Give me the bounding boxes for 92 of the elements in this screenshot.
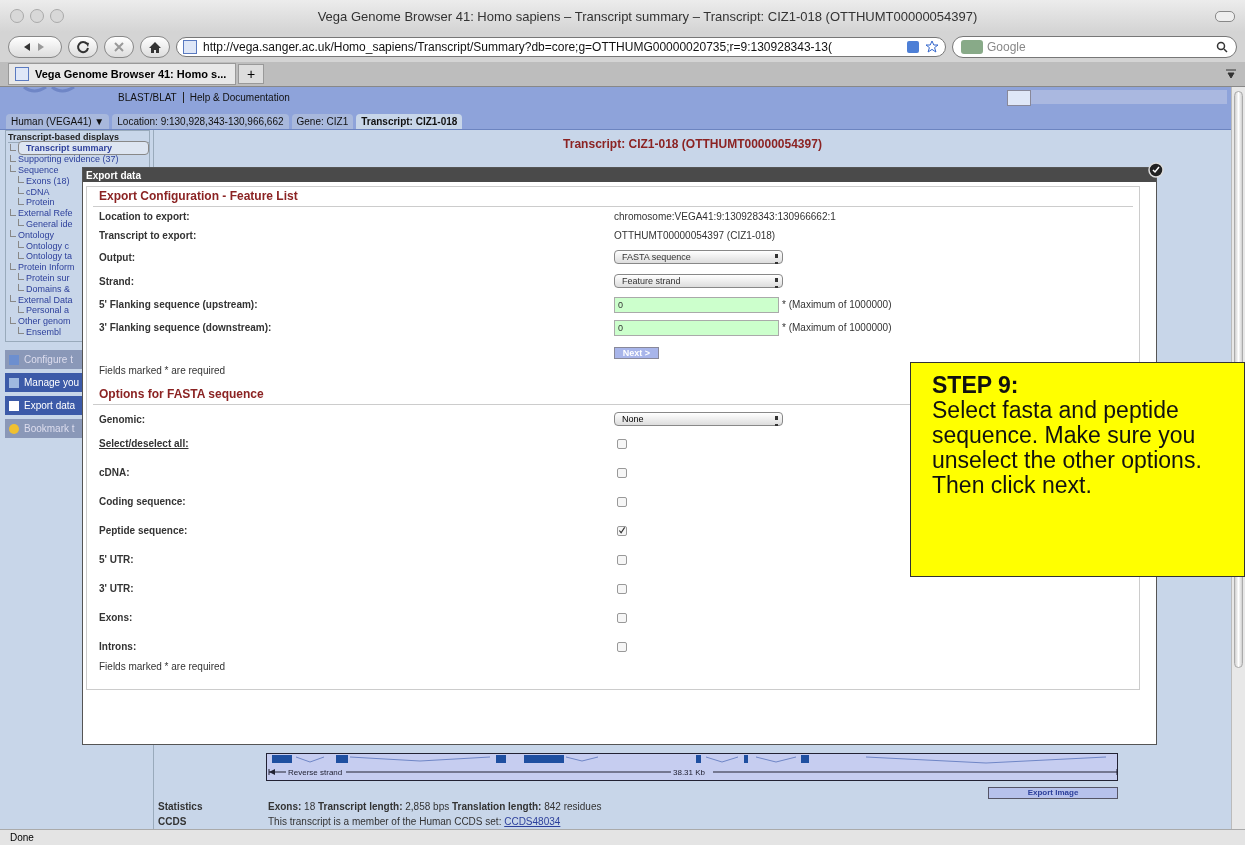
site-icon: [15, 67, 29, 81]
select-dropdown[interactable]: Feature strand: [614, 274, 783, 288]
window-title: Vega Genome Browser 41: Homo sapiens – Transcript summary – Transcript: CIZ1-018 (OTTHUMT00000054397): [316, 8, 979, 24]
bookmark-star-icon[interactable]: [925, 40, 939, 54]
select-all-link[interactable]: Select/deselect all:: [99, 438, 614, 449]
field-value: chromosome:VEGA41:9:130928343:130966662:1: [614, 211, 836, 222]
browser-tab[interactable]: Vega Genome Browser 41: Homo s...: [8, 63, 236, 85]
sidebar-item[interactable]: Domains &: [26, 283, 70, 294]
field-label: Peptide sequence:: [99, 525, 189, 536]
field-label: Transcript to export:: [99, 230, 198, 241]
checkbox[interactable]: [617, 554, 627, 565]
breadcrumb-tab[interactable]: Gene: CIZ1: [291, 114, 354, 129]
stop-button[interactable]: [104, 36, 134, 58]
sidebar-item[interactable]: External Refe: [18, 208, 73, 219]
required-note: Fields marked * are required: [99, 661, 227, 672]
sidebar-item[interactable]: Exons (18): [26, 175, 70, 186]
field-label: Strand:: [99, 275, 135, 287]
sidebar-item[interactable]: Personal a: [26, 305, 70, 316]
field-note: * (Maximum of 1000000): [782, 299, 892, 310]
back-forward-button[interactable]: [8, 36, 62, 58]
field-label: cDNA:: [99, 467, 131, 478]
site-icon: [183, 40, 197, 54]
field-label: 3' Flanking sequence (downstream):: [99, 322, 273, 333]
checkbox[interactable]: [617, 438, 627, 449]
window-minimize-button[interactable]: [30, 9, 44, 23]
checkbox[interactable]: [617, 583, 627, 594]
summary-label: Statistics: [157, 801, 204, 812]
sidebar-item[interactable]: Ontology c: [26, 240, 70, 251]
field-note: * (Maximum of 1000000): [782, 322, 892, 333]
field-label: 5' Flanking sequence (upstream):: [99, 299, 259, 310]
sidebar-item[interactable]: cDNA: [26, 186, 50, 197]
summary-value: This transcript is a member of the Human CCDS set:: [268, 816, 502, 827]
sidebar-item[interactable]: External Data: [18, 294, 73, 305]
sidebar-item[interactable]: Supporting evidence (37): [18, 154, 119, 165]
search-field[interactable]: Google: [952, 36, 1237, 58]
section-heading: Export Configuration - Feature List: [93, 187, 1133, 207]
header-link[interactable]: Help & Documentation: [189, 91, 290, 103]
breadcrumb-tab[interactable]: Transcript: CIZ1-018: [356, 114, 463, 129]
field-label: Introns:: [99, 641, 138, 652]
sidebar-item[interactable]: Ontology ta: [26, 251, 73, 262]
select-dropdown[interactable]: None: [614, 412, 783, 426]
sidebar-item[interactable]: Sequence: [18, 165, 59, 175]
window-zoom-button[interactable]: [50, 9, 64, 23]
breadcrumb-tab[interactable]: Location: 9:130,928,343-130,966,662: [112, 114, 289, 129]
site-search-field[interactable]: [1007, 90, 1227, 104]
reload-button[interactable]: [68, 36, 98, 58]
export-image-button[interactable]: Export Image: [988, 786, 1118, 799]
address-field[interactable]: http://vega.sanger.ac.uk/Homo_sapiens/Transcript/Summary?db=core;g=OTTHUMG00000020735;r=9:130928343-13(: [176, 37, 946, 57]
field-label: Exons:: [99, 612, 134, 623]
field-label: 3' UTR:: [99, 583, 135, 594]
checkbox[interactable]: [617, 496, 627, 507]
feed-icon[interactable]: [907, 41, 919, 53]
window-close-button[interactable]: [10, 9, 24, 23]
reload-icon: [76, 40, 90, 54]
sidebar-item[interactable]: Protein Inform: [18, 262, 75, 273]
sidebar-item[interactable]: Ontology: [18, 229, 55, 240]
tab-list-icon[interactable]: [1225, 69, 1237, 79]
checkbox[interactable]: [617, 612, 627, 623]
search-icon[interactable]: [1216, 41, 1228, 53]
sidebar-item[interactable]: Ensembl: [26, 326, 61, 337]
select-dropdown[interactable]: FASTA sequence: [614, 250, 783, 264]
page-title: Transcript: CIZ1-018 (OTTHUMT00000054397): [562, 136, 823, 151]
sidebar-item[interactable]: General ide: [26, 218, 73, 229]
header-link[interactable]: BLAST/BLAT: [118, 91, 177, 103]
checkbox[interactable]: [617, 641, 627, 652]
breadcrumb-tab[interactable]: Human (VEGA41) ▼: [6, 114, 110, 129]
sidebar-item[interactable]: Other genom: [18, 316, 71, 327]
sidebar-item[interactable]: Protein sur: [26, 272, 70, 283]
field-label: 5' UTR:: [99, 554, 135, 565]
input-field[interactable]: 0: [614, 296, 779, 313]
field-label: Coding sequence:: [99, 496, 187, 507]
ccds-link[interactable]: CCDS48034: [504, 816, 561, 827]
search-menu-icon[interactable]: [1007, 90, 1031, 106]
status-text: Done: [10, 832, 34, 843]
new-tab-button[interactable]: +: [238, 64, 264, 84]
summary-label: CCDS: [157, 816, 188, 827]
tab-title: Vega Genome Browser 41: Homo s...: [35, 68, 227, 80]
sidebar-item[interactable]: Protein: [26, 197, 55, 208]
dialog-title: Export data: [86, 169, 141, 181]
summary-value: Exons: 18 Transcript length: 2,858 bps Translation length: 842 residues: [268, 801, 602, 812]
search-engine-icon: [961, 40, 983, 54]
checkbox[interactable]: [617, 467, 627, 478]
search-placeholder: Google: [987, 40, 1027, 54]
home-icon[interactable]: [140, 36, 170, 58]
field-value: OTTHUMT00000054397 (CIZ1-018): [614, 230, 776, 241]
sidebar-item[interactable]: Transcript summary: [18, 141, 149, 156]
input-field[interactable]: 0: [614, 319, 779, 336]
toolbar-toggle-button[interactable]: [1215, 10, 1235, 22]
gene-track-drawing: Reverse strand 38.31 Kb: [266, 753, 1118, 781]
field-label: Location to export:: [99, 211, 191, 222]
field-label: Output:: [99, 251, 137, 263]
checkbox[interactable]: [617, 525, 627, 536]
